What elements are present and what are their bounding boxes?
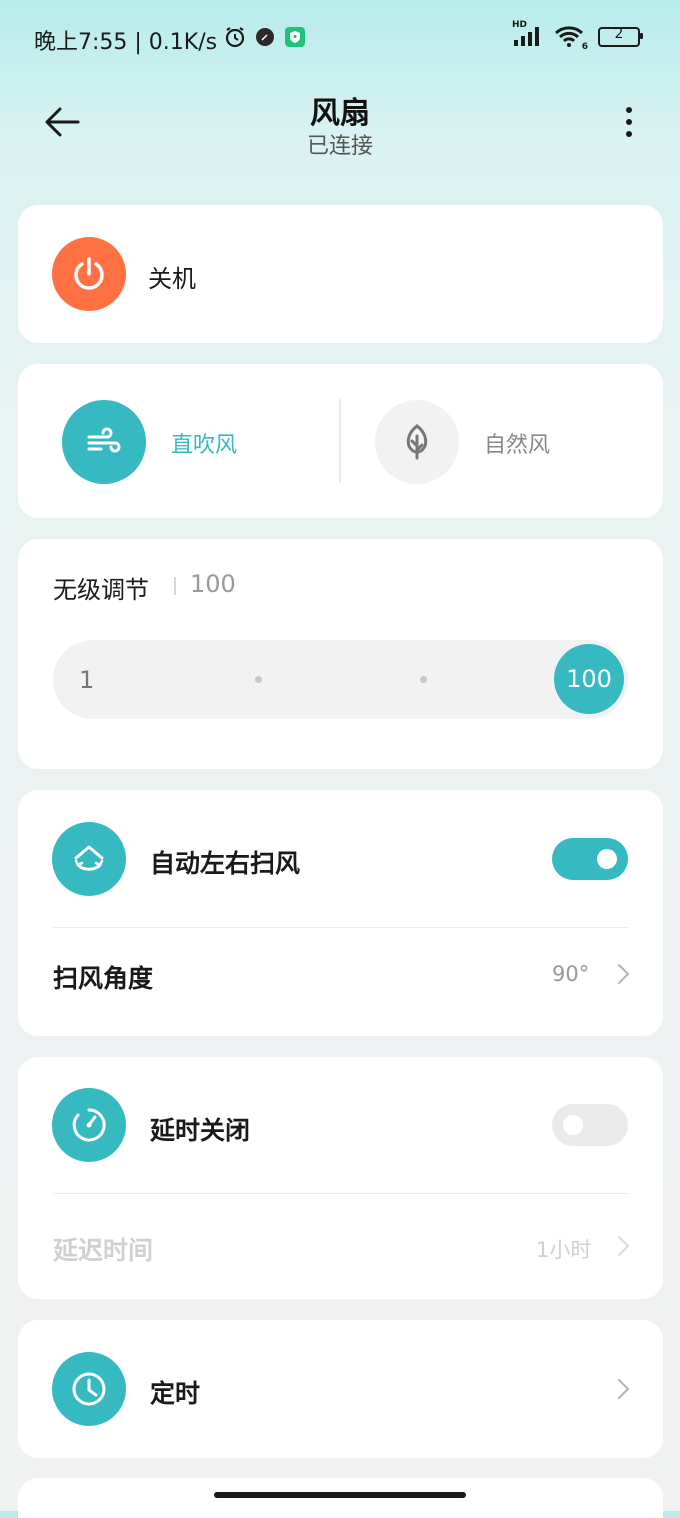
battery-icon: 2 <box>598 25 644 47</box>
app-notification-icon <box>253 25 277 55</box>
delay-off-label: 延时关闭 <box>150 1116 251 1145</box>
sweep-angle-value: 90° <box>552 962 590 986</box>
more-options-button[interactable] <box>612 100 646 144</box>
wifi-sub-label: 6 <box>581 42 588 52</box>
delay-off-card: 延时关闭 延迟时间 1小时 <box>18 1057 663 1299</box>
timer-icon-circle <box>52 1352 126 1426</box>
wifi-icon: 6 <box>554 24 588 52</box>
power-label: 关机 <box>148 265 196 293</box>
sweep-label: 自动左右扫风 <box>150 849 301 878</box>
page-title: 风扇 <box>310 96 370 131</box>
speed-card: 无级调节 100 1 100 <box>18 539 663 769</box>
alarm-icon <box>223 25 247 55</box>
slider-tick <box>255 676 262 683</box>
power-button[interactable] <box>52 237 126 311</box>
speed-value: 100 <box>190 570 236 598</box>
more-vertical-icon <box>626 107 632 137</box>
mode-natural-option[interactable]: 自然风 <box>341 364 663 518</box>
speed-label: 无级调节 <box>53 576 149 604</box>
mode-natural-label: 自然风 <box>484 433 551 458</box>
toggle-knob <box>597 849 617 869</box>
sweep-icon-circle <box>52 822 126 896</box>
timer-gauge-icon <box>72 1108 106 1142</box>
mode-direct-label: 直吹风 <box>171 433 238 458</box>
delay-icon-circle <box>52 1088 126 1162</box>
chevron-right-icon <box>618 964 630 984</box>
power-icon <box>74 257 104 290</box>
home-indicator[interactable] <box>214 1492 466 1498</box>
connection-status: 已连接 <box>306 134 373 159</box>
slider-min-label: 1 <box>79 666 95 694</box>
timer-card[interactable]: 定时 <box>18 1320 663 1458</box>
mode-direct-icon-circle <box>62 400 146 484</box>
timer-label: 定时 <box>150 1379 201 1408</box>
status-bar: 晚上7:55 | 0.1K/s HD 6 2 <box>0 0 680 78</box>
delay-time-label: 延迟时间 <box>53 1236 154 1265</box>
chevron-right-icon <box>618 1236 630 1256</box>
battery-level: 2 <box>614 26 624 42</box>
speed-label-divider <box>174 577 176 595</box>
next-card-partial <box>18 1478 663 1518</box>
mode-natural-icon-circle <box>375 400 459 484</box>
toggle-knob <box>563 1115 583 1135</box>
slider-tick <box>420 676 427 683</box>
slider-handle-value: 100 <box>566 665 612 693</box>
power-card[interactable]: 关机 <box>18 205 663 343</box>
shield-app-icon <box>283 25 307 55</box>
delay-time-value: 1小时 <box>536 1238 592 1262</box>
speed-slider[interactable]: 1 100 <box>53 640 628 719</box>
slider-handle[interactable]: 100 <box>554 644 624 714</box>
sweep-toggle[interactable] <box>552 838 628 880</box>
status-time-speed: 晚上7:55 | 0.1K/s <box>34 30 218 55</box>
sweep-icon <box>74 845 104 871</box>
sweep-angle-label: 扫风角度 <box>53 964 154 993</box>
mode-card: 直吹风 自然风 <box>18 364 663 518</box>
wind-icon <box>87 427 121 453</box>
status-right: HD 6 2 <box>512 20 644 52</box>
sweep-angle-row[interactable]: 扫风角度 90° <box>18 928 663 1036</box>
clock-icon <box>72 1372 106 1406</box>
signal-icon: HD <box>512 20 544 48</box>
chevron-right-icon <box>618 1379 630 1399</box>
leaf-icon <box>406 424 428 460</box>
sweep-card: 自动左右扫风 扫风角度 90° <box>18 790 663 1036</box>
mode-direct-option[interactable]: 直吹风 <box>18 364 340 518</box>
delay-off-toggle[interactable] <box>552 1104 628 1146</box>
delay-time-row: 延迟时间 1小时 <box>18 1194 663 1299</box>
status-left: 晚上7:55 | 0.1K/s <box>34 24 307 56</box>
